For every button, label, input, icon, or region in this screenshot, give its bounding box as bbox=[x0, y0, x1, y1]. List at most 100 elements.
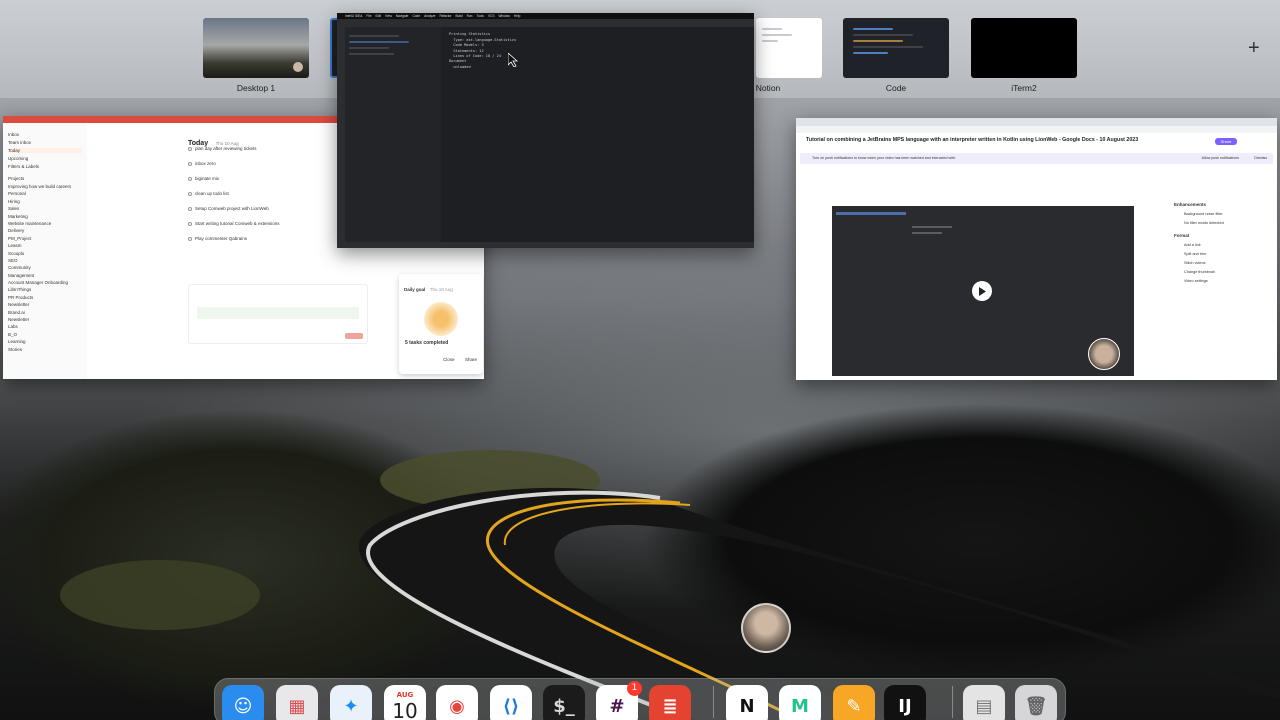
panel-item[interactable]: No filler words detected bbox=[1184, 221, 1274, 225]
ide-window[interactable]: IntelliJ IDEA File Edit View Navigate Code Ana… bbox=[337, 13, 754, 248]
task-checkbox[interactable] bbox=[188, 221, 192, 226]
task-checkbox[interactable] bbox=[188, 206, 192, 211]
trash-icon[interactable]: 🗑 bbox=[1015, 685, 1057, 720]
task-checkbox[interactable] bbox=[188, 191, 192, 196]
ide-menu-item[interactable]: View bbox=[385, 13, 392, 19]
task-row[interactable]: inbox zero bbox=[188, 161, 348, 166]
todoist-icon[interactable]: ≣ bbox=[649, 685, 691, 720]
ide-menu-item[interactable]: Edit bbox=[376, 13, 382, 19]
ide-menu-item[interactable]: Help bbox=[514, 13, 521, 19]
ide-menu-item[interactable]: Tools bbox=[476, 13, 483, 19]
project-item[interactable]: Website maintenance bbox=[8, 221, 82, 226]
task-checkbox[interactable] bbox=[188, 161, 192, 166]
sidebar-item-today[interactable]: Today bbox=[8, 148, 82, 153]
project-item[interactable]: Improving how we build careers bbox=[8, 184, 82, 189]
space-notion[interactable] bbox=[756, 18, 822, 78]
project-item[interactable]: B_O bbox=[8, 332, 82, 337]
notion-icon[interactable]: N bbox=[726, 685, 768, 720]
panel-item[interactable]: Background noise filter bbox=[1184, 212, 1274, 216]
mps-icon[interactable]: M bbox=[779, 685, 821, 720]
sidebar-item-team-inbox[interactable]: Team inbox bbox=[8, 140, 82, 145]
play-icon[interactable] bbox=[972, 281, 992, 301]
chrome-icon[interactable]: ◉ bbox=[436, 685, 478, 720]
panel-item[interactable]: Video settings bbox=[1184, 279, 1274, 283]
task-editor[interactable] bbox=[188, 284, 368, 344]
ide-menu-item[interactable]: Window bbox=[498, 13, 509, 19]
project-item[interactable]: Stories bbox=[8, 347, 82, 352]
trophy-icon bbox=[424, 302, 458, 336]
sidebar-item-filters[interactable]: Filters & Labels bbox=[8, 164, 82, 169]
terminal-icon[interactable]: $_ bbox=[543, 685, 585, 720]
ide-menu-item[interactable]: IntelliJ IDEA bbox=[345, 13, 362, 19]
project-item[interactable]: Personal bbox=[8, 191, 82, 196]
ide-menu-item[interactable]: Analyze bbox=[424, 13, 435, 19]
calendar-day-label: 10 bbox=[392, 698, 418, 720]
space-iterm2[interactable] bbox=[971, 18, 1077, 78]
ide-menu-item[interactable]: Run bbox=[467, 13, 473, 19]
task-row[interactable]: biginate mix bbox=[188, 176, 348, 181]
launchpad-icon[interactable]: ▦ bbox=[276, 685, 318, 720]
project-item[interactable]: Learning bbox=[8, 339, 82, 344]
project-item[interactable]: Leasm bbox=[8, 243, 82, 248]
ide-menu-item[interactable]: Build bbox=[455, 13, 462, 19]
project-item[interactable]: Account Manager Onboarding bbox=[8, 280, 82, 285]
project-item[interactable]: PR Products bbox=[8, 295, 82, 300]
slack-icon[interactable]: #1 bbox=[596, 681, 642, 720]
space-code[interactable] bbox=[843, 18, 949, 78]
panel-item[interactable]: Change thumbnail bbox=[1184, 270, 1274, 274]
sidebar-item-inbox[interactable]: Inbox bbox=[8, 132, 82, 137]
vscode-icon[interactable]: ⟨⟩ bbox=[490, 685, 532, 720]
documents-stack-icon[interactable]: ▤ bbox=[963, 685, 1005, 720]
task-row[interactable]: clean up todo list bbox=[188, 191, 348, 196]
project-item[interactable]: Sales bbox=[8, 206, 82, 211]
panel-item[interactable]: Add a link bbox=[1184, 243, 1274, 247]
project-item[interactable]: LibInThings bbox=[8, 287, 82, 292]
share-button[interactable]: Share bbox=[465, 357, 477, 362]
camera-avatar[interactable] bbox=[741, 603, 791, 653]
ide-menu-item[interactable]: Code bbox=[412, 13, 420, 19]
close-button[interactable]: Close bbox=[443, 357, 455, 362]
allow-notifications-button[interactable]: Allow push notifications bbox=[1202, 156, 1239, 160]
project-item[interactable]: Community bbox=[8, 265, 82, 270]
pages-icon[interactable]: ✎ bbox=[833, 685, 875, 720]
project-item[interactable]: Scouplo bbox=[8, 251, 82, 256]
task-row[interactable]: plan day after reviewing tickets bbox=[188, 146, 348, 151]
calendar-month-icon[interactable]: AUG 10 bbox=[384, 685, 426, 720]
ide-tab-strip bbox=[337, 19, 754, 27]
safari-icon[interactable]: ✦ bbox=[330, 685, 372, 720]
project-item[interactable]: SEO bbox=[8, 258, 82, 263]
ide-menu-item[interactable]: Refactor bbox=[439, 13, 451, 19]
finder-icon[interactable]: ☺ bbox=[222, 685, 264, 720]
project-item[interactable]: Management bbox=[8, 273, 82, 278]
project-item[interactable]: Brand.ai bbox=[8, 310, 82, 315]
project-item[interactable]: Newsletter bbox=[8, 317, 82, 322]
project-item[interactable]: PM_Project bbox=[8, 236, 82, 241]
intellij-icon[interactable]: IJ bbox=[884, 685, 926, 720]
ide-menu-item[interactable]: VCS bbox=[488, 13, 495, 19]
ide-menu-item[interactable]: Navigate bbox=[396, 13, 409, 19]
add-task-button[interactable] bbox=[345, 333, 363, 339]
project-item[interactable]: Delivery bbox=[8, 228, 82, 233]
video-player[interactable] bbox=[832, 206, 1134, 376]
task-row[interactable]: Play commenter Qabrains bbox=[188, 236, 348, 241]
project-item[interactable]: Hiring bbox=[8, 199, 82, 204]
project-item[interactable]: Labs bbox=[8, 324, 82, 329]
dismiss-button[interactable]: Dismiss bbox=[1254, 156, 1267, 160]
project-item[interactable]: Newsletter bbox=[8, 302, 82, 307]
task-label: plan day after reviewing tickets bbox=[195, 146, 257, 151]
task-row[interactable]: Start writing tutorial Comweb & extensio… bbox=[188, 221, 348, 226]
share-button[interactable]: Share bbox=[1215, 138, 1237, 145]
task-row[interactable]: Setup Comweb project with LionWeb bbox=[188, 206, 348, 211]
panel-item[interactable]: Split and trim bbox=[1184, 252, 1274, 256]
project-item[interactable]: Marketing bbox=[8, 214, 82, 219]
chrome-window[interactable]: Tutorial on combining a JetBrains MPS la… bbox=[796, 118, 1277, 380]
task-checkbox[interactable] bbox=[188, 236, 192, 241]
task-checkbox[interactable] bbox=[188, 176, 192, 181]
chrome-address-bar[interactable] bbox=[796, 126, 1277, 133]
add-space-button[interactable]: + bbox=[1248, 38, 1260, 58]
space-desktop-1[interactable] bbox=[203, 18, 309, 78]
ide-menu-item[interactable]: File bbox=[366, 13, 371, 19]
panel-item[interactable]: Stitch videos bbox=[1184, 261, 1274, 265]
task-checkbox[interactable] bbox=[188, 146, 192, 151]
sidebar-item-upcoming[interactable]: Upcoming bbox=[8, 156, 82, 161]
